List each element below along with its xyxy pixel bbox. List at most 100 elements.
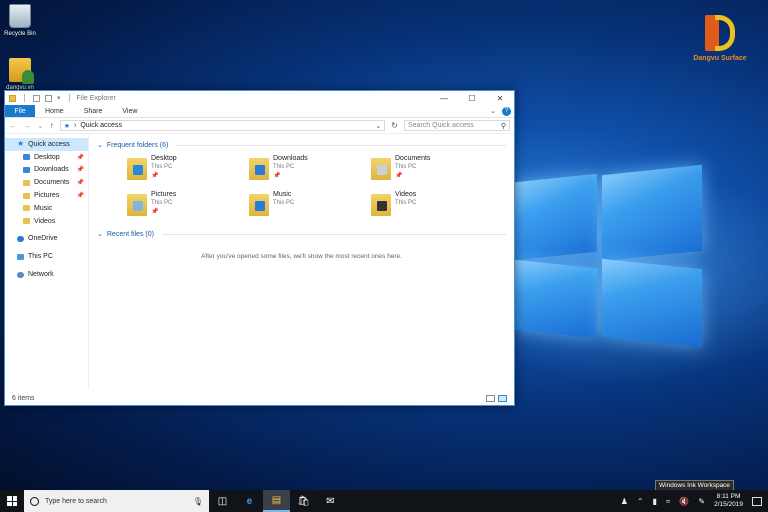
wifi-icon[interactable]: ≈: [666, 497, 670, 506]
action-center-icon[interactable]: [752, 496, 762, 506]
collapse-chevron-icon[interactable]: ⌄: [97, 230, 103, 238]
tab-home[interactable]: Home: [35, 105, 74, 117]
videos-folder-icon: [23, 218, 30, 225]
folder-tile-downloads[interactable]: Downloads This PC 📌: [249, 155, 371, 191]
battery-icon[interactable]: ▮: [653, 497, 657, 506]
recent-locations-chevron-icon[interactable]: ⌄: [37, 121, 44, 130]
desktop-icon-recycle-bin[interactable]: Recycle Bin: [0, 4, 40, 37]
details-view-icon[interactable]: [486, 394, 495, 402]
show-hidden-icons-chevron-icon[interactable]: ⌃: [637, 497, 644, 506]
sidebar-item-label: Videos: [34, 217, 56, 225]
quick-access-star-icon: ★: [63, 122, 70, 130]
sidebar-item-onedrive[interactable]: OneDrive: [5, 233, 88, 246]
search-icon: ⚲: [500, 122, 506, 130]
address-text: Quick access: [80, 122, 122, 129]
cloud-icon: [17, 235, 24, 242]
customize-toolbar-chevron-icon[interactable]: ▾: [57, 94, 61, 102]
mail-icon[interactable]: ✉: [317, 490, 344, 512]
breadcrumb-separator-icon: ›: [73, 122, 77, 129]
search-input[interactable]: Search Quick access ⚲: [404, 120, 510, 131]
tab-share[interactable]: Share: [74, 105, 113, 117]
minimize-button[interactable]: —: [430, 94, 458, 103]
sidebar-item-pictures[interactable]: Pictures 📌: [5, 189, 88, 202]
search-placeholder: Type here to search: [45, 497, 107, 505]
dangvu-logo-icon: [705, 15, 735, 51]
window-title: File Explorer: [76, 94, 116, 102]
brand-name: Dangvu Surface: [693, 55, 747, 62]
sidebar-item-label: Documents: [34, 179, 70, 187]
folder-location: This PC: [151, 164, 173, 170]
recycle-bin-icon: [9, 4, 31, 28]
taskbar-search-box[interactable]: Type here to search 🎙: [24, 490, 209, 512]
help-icon[interactable]: ?: [502, 106, 511, 116]
pin-icon: 📌: [76, 180, 84, 187]
back-arrow-icon[interactable]: ←: [9, 121, 17, 130]
people-icon[interactable]: ♟: [621, 497, 628, 506]
pictures-folder-icon: [23, 192, 30, 199]
edge-icon[interactable]: e: [236, 490, 263, 512]
folder-location: This PC: [151, 200, 173, 206]
music-folder-icon: [23, 205, 30, 212]
pin-icon: 📌: [151, 209, 159, 215]
sidebar-item-label: Downloads: [34, 166, 69, 174]
tab-file[interactable]: File: [5, 105, 35, 117]
sidebar-item-label: Quick access: [28, 140, 70, 148]
windows-ink-icon[interactable]: ✎: [698, 497, 705, 506]
folder-tile-documents[interactable]: Documents This PC 📌: [371, 155, 493, 191]
section-title: Frequent folders (6): [106, 141, 169, 149]
address-dropdown-chevron-icon[interactable]: ⌄: [375, 122, 384, 130]
sidebar-item-label: Desktop: [34, 153, 60, 161]
status-bar: 6 items: [5, 391, 514, 405]
folder-name: Desktop: [151, 155, 177, 162]
navigation-bar: ← → ⌄ ↑ ★ › Quick access ⌄ ↻ Search Quic…: [5, 118, 514, 134]
forward-arrow-icon[interactable]: →: [23, 121, 31, 130]
sidebar-item-quick-access[interactable]: ★ Quick access: [5, 138, 88, 151]
sidebar-item-this-pc[interactable]: This PC: [5, 250, 88, 263]
sidebar-item-downloads[interactable]: Downloads 📌: [5, 164, 88, 177]
sidebar-item-desktop[interactable]: Desktop 📌: [5, 151, 88, 164]
sidebar-item-label: Music: [34, 204, 53, 212]
sidebar-item-videos[interactable]: Videos: [5, 215, 88, 228]
folder-tile-videos[interactable]: Videos This PC: [371, 191, 493, 227]
frequent-folders-header[interactable]: ⌄ Frequent folders (6): [97, 140, 506, 150]
start-button[interactable]: [0, 496, 24, 506]
clock[interactable]: 8:11 PM 2/15/2019: [714, 493, 743, 509]
up-arrow-icon[interactable]: ↑: [50, 121, 54, 130]
volume-muted-icon[interactable]: 🔇: [679, 497, 689, 506]
microphone-icon[interactable]: 🎙: [193, 497, 203, 506]
sidebar-item-music[interactable]: Music: [5, 202, 88, 215]
collapse-chevron-icon[interactable]: ⌄: [97, 141, 103, 149]
pin-icon: 📌: [76, 167, 84, 174]
store-icon[interactable]: 🛍: [290, 490, 317, 512]
ribbon: File Home Share View ⌄ ?: [5, 105, 514, 118]
file-explorer-taskbar-icon[interactable]: ▤: [263, 490, 290, 512]
large-icons-view-icon[interactable]: [498, 394, 507, 402]
tab-view[interactable]: View: [112, 105, 147, 117]
sidebar-item-label: OneDrive: [28, 235, 58, 243]
item-count: 6 items: [12, 394, 35, 402]
clock-time: 8:11 PM: [716, 493, 741, 500]
sidebar-item-network[interactable]: Network: [5, 268, 88, 281]
properties-icon[interactable]: [33, 94, 40, 102]
sidebar-item-documents[interactable]: Documents 📌: [5, 176, 88, 189]
desktop-icon-user-folder[interactable]: dangvu.vn: [0, 58, 40, 91]
folder-tile-pictures[interactable]: Pictures This PC 📌: [127, 191, 249, 227]
address-bar[interactable]: ★ › Quick access ⌄: [59, 120, 386, 131]
close-button[interactable]: ✕: [486, 94, 514, 103]
downloads-folder-icon: [249, 158, 269, 180]
computer-icon: [17, 253, 24, 260]
task-view-icon[interactable]: ◫: [209, 490, 236, 512]
recent-files-empty-message: After you've opened some files, we'll sh…: [201, 253, 402, 260]
taskbar: Type here to search 🎙 ◫ e ▤ 🛍 ✉ ♟ ⌃ ▮ ≈ …: [0, 490, 768, 512]
refresh-icon[interactable]: ↻: [391, 121, 398, 130]
folder-tile-desktop[interactable]: Desktop This PC 📌: [127, 155, 249, 191]
clock-date: 2/15/2019: [714, 501, 743, 508]
recent-files-header[interactable]: ⌄ Recent files (0): [97, 229, 506, 239]
sidebar-item-label: Network: [28, 271, 54, 279]
folder-tile-music[interactable]: Music This PC: [249, 191, 371, 227]
new-folder-icon[interactable]: [45, 94, 52, 102]
folder-icon: [9, 94, 16, 102]
maximize-button[interactable]: ☐: [458, 94, 486, 103]
pin-icon: 📌: [151, 173, 159, 179]
expand-ribbon-chevron-icon[interactable]: ⌄: [490, 107, 496, 115]
